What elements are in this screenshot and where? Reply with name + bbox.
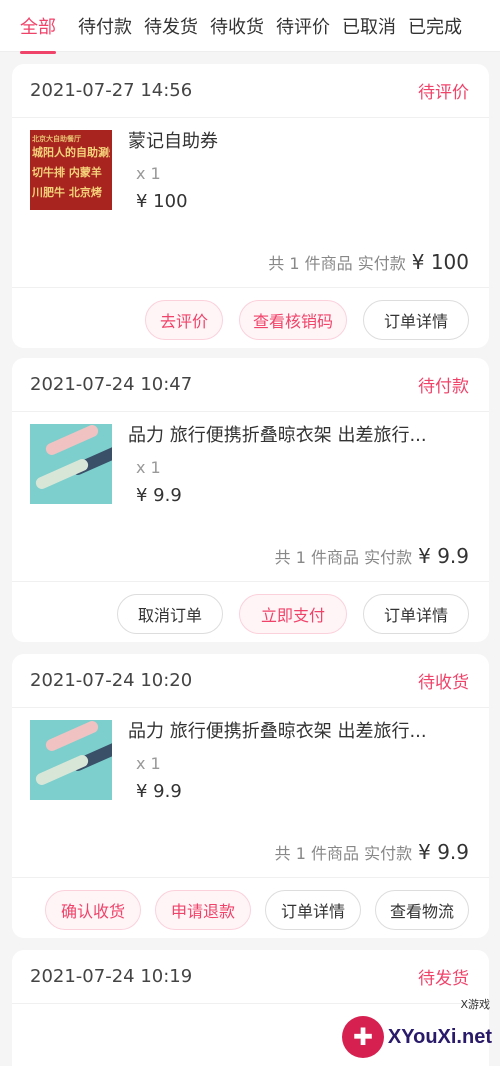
product-thumbnail[interactable]: [30, 424, 112, 504]
order-details-button[interactable]: 订单详情: [363, 594, 469, 634]
order-summary: 共 1 件商品 实付款 ¥ 9.9: [12, 530, 489, 582]
pay-now-button[interactable]: 立即支付: [239, 594, 347, 634]
product-price: ¥ 9.9: [136, 781, 182, 802]
order-card[interactable]: 2021-07-24 10:20 待收货 品力 旅行便携折叠晾衣架 出差旅行..…: [12, 654, 489, 938]
order-item[interactable]: 北京大自助餐厅 城阳人的自助涮烤 切牛排 内蒙羊 川肥牛 北京烤 蒙记自助券 x…: [12, 118, 489, 236]
order-total: ¥ 100: [411, 249, 469, 274]
order-time: 2021-07-24 10:20: [30, 670, 193, 691]
product-name: 品力 旅行便携折叠晾衣架 出差旅行...: [128, 425, 427, 446]
confirm-receipt-button[interactable]: 确认收货: [45, 890, 141, 930]
order-actions: 取消订单 立即支付 订单详情: [12, 582, 489, 646]
product-image-shape: [33, 753, 91, 787]
order-card[interactable]: 2021-07-24 10:47 待付款 品力 旅行便携折叠晾衣架 出差旅行..…: [12, 358, 489, 642]
order-actions: 确认收货 申请退款 订单详情 查看物流: [12, 878, 489, 942]
view-logistics-button[interactable]: 查看物流: [375, 890, 469, 930]
order-status: 待付款: [418, 377, 469, 397]
product-quantity: x 1: [136, 458, 161, 477]
order-header: 2021-07-27 14:56 待评价: [12, 64, 489, 118]
order-summary: 共 1 件商品 实付款 ¥ 100: [12, 236, 489, 288]
order-details-button[interactable]: 订单详情: [265, 890, 361, 930]
product-price: ¥ 100: [136, 191, 188, 212]
tab-cancelled[interactable]: 已取消: [342, 0, 396, 52]
thumbnail-text: 北京大自助餐厅: [32, 135, 81, 143]
product-name: 品力 旅行便携折叠晾衣架 出差旅行...: [128, 721, 427, 742]
site-watermark: X游戏 ✚ XYouXi.net: [341, 998, 492, 1058]
order-header: 2021-07-24 10:19 待发货: [12, 950, 489, 1004]
tab-pending-shipment[interactable]: 待发货: [144, 0, 198, 52]
watermark-brand: XYouXi.net: [387, 1025, 492, 1048]
product-thumbnail[interactable]: [30, 720, 112, 800]
request-refund-button[interactable]: 申请退款: [155, 890, 251, 930]
order-total: ¥ 9.9: [418, 543, 469, 568]
gamepad-logo-icon: ✚: [341, 1016, 384, 1058]
order-total: ¥ 9.9: [418, 839, 469, 864]
product-thumbnail[interactable]: 北京大自助餐厅 城阳人的自助涮烤 切牛排 内蒙羊 川肥牛 北京烤: [30, 130, 112, 210]
order-details-button[interactable]: 订单详情: [363, 300, 469, 340]
tab-pending-review[interactable]: 待评价: [276, 0, 330, 52]
product-price: ¥ 9.9: [136, 485, 182, 506]
order-card[interactable]: 2021-07-27 14:56 待评价 北京大自助餐厅 城阳人的自助涮烤 切牛…: [12, 64, 489, 348]
review-button[interactable]: 去评价: [145, 300, 223, 340]
thumbnail-text: 切牛排 内蒙羊: [32, 166, 102, 179]
order-time: 2021-07-24 10:19: [30, 966, 193, 987]
product-quantity: x 1: [136, 164, 161, 183]
order-header: 2021-07-24 10:20 待收货: [12, 654, 489, 708]
order-header: 2021-07-24 10:47 待付款: [12, 358, 489, 412]
watermark-subtext: X游戏: [460, 998, 490, 1011]
tab-pending-receipt[interactable]: 待收货: [210, 0, 264, 52]
product-image-shape: [43, 720, 101, 753]
order-item[interactable]: 品力 旅行便携折叠晾衣架 出差旅行... x 1 ¥ 9.9: [12, 412, 489, 530]
order-actions: 去评价 查看核销码 订单详情: [12, 288, 489, 352]
summary-label: 共 1 件商品 实付款: [274, 843, 413, 863]
order-status: 待发货: [418, 969, 469, 989]
cancel-order-button[interactable]: 取消订单: [117, 594, 223, 634]
order-tabs: 全部 待付款 待发货 待收货 待评价 已取消 已完成: [0, 0, 500, 54]
summary-label: 共 1 件商品 实付款: [268, 253, 406, 273]
order-status: 待评价: [418, 83, 469, 103]
product-image-shape: [43, 424, 101, 457]
tab-all[interactable]: 全部: [20, 0, 56, 54]
product-name: 蒙记自助券: [128, 131, 218, 152]
product-image-shape: [33, 457, 91, 491]
order-time: 2021-07-27 14:56: [30, 80, 193, 101]
tab-completed[interactable]: 已完成: [408, 0, 462, 52]
order-summary: 共 1 件商品 实付款 ¥ 9.9: [12, 826, 489, 878]
order-status: 待收货: [418, 673, 469, 693]
product-quantity: x 1: [136, 754, 161, 773]
thumbnail-text: 城阳人的自助涮烤: [32, 146, 110, 159]
summary-label: 共 1 件商品 实付款: [274, 547, 413, 567]
view-redemption-code-button[interactable]: 查看核销码: [239, 300, 347, 340]
order-item[interactable]: 品力 旅行便携折叠晾衣架 出差旅行... x 1 ¥ 9.9: [12, 708, 489, 826]
order-time: 2021-07-24 10:47: [30, 374, 193, 395]
thumbnail-text: 川肥牛 北京烤: [32, 186, 102, 199]
tab-pending-payment[interactable]: 待付款: [78, 0, 132, 52]
